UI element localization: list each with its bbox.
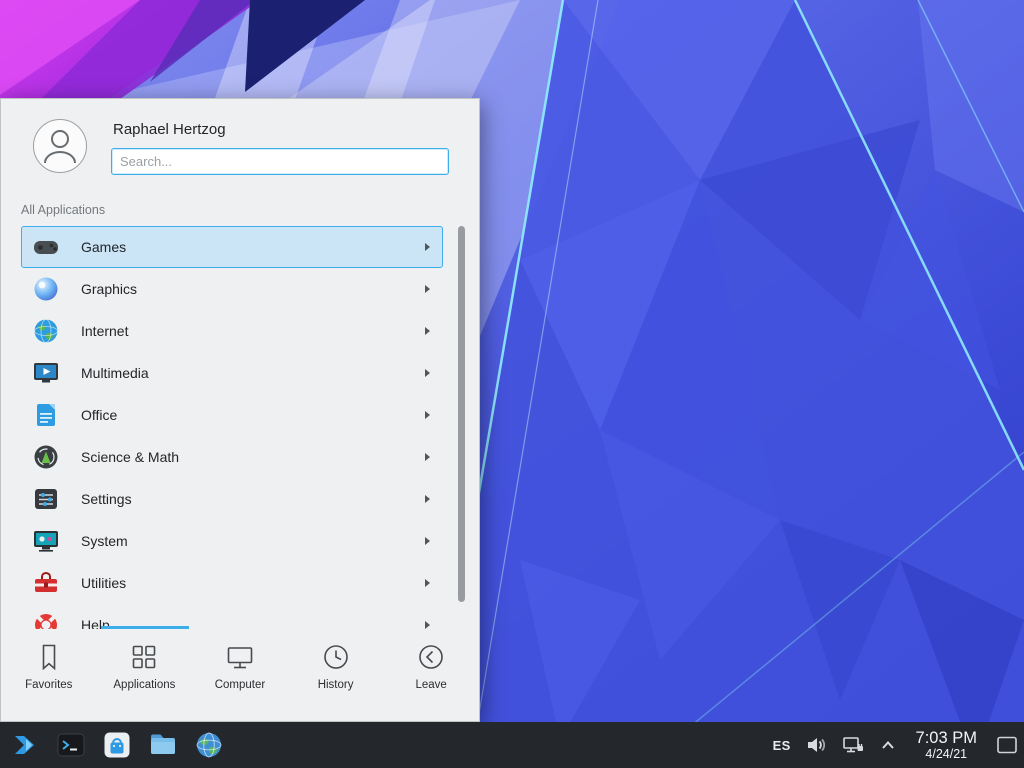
system-tray: ES	[773, 728, 1019, 762]
system-icon	[32, 527, 60, 555]
launcher-tabbar: Favorites Applications	[1, 629, 479, 721]
submenu-arrow-icon	[425, 369, 430, 377]
app-category-office[interactable]: Office	[21, 394, 443, 436]
konsole-icon[interactable]	[55, 730, 86, 761]
science-icon	[32, 443, 60, 471]
app-category-science-math[interactable]: Science & Math	[21, 436, 443, 478]
tab-label: Favorites	[25, 679, 72, 691]
app-category-graphics[interactable]: Graphics	[21, 268, 443, 310]
section-label: All Applications	[21, 203, 479, 217]
digital-clock[interactable]: 7:03 PM 4/24/21	[916, 729, 977, 761]
web-browser-icon[interactable]	[193, 730, 224, 761]
favorites-bookmark-icon	[34, 642, 64, 672]
app-category-internet[interactable]: Internet	[21, 310, 443, 352]
launcher-header-right: Raphael Hertzog	[111, 119, 447, 175]
submenu-arrow-icon	[425, 621, 430, 629]
app-category-system[interactable]: System	[21, 520, 443, 562]
office-icon	[32, 401, 60, 429]
app-category-settings[interactable]: Settings	[21, 478, 443, 520]
app-category-label: Office	[81, 407, 425, 423]
tab-leave[interactable]: Leave	[383, 629, 479, 721]
utilities-icon	[32, 569, 60, 597]
clock-time: 7:03 PM	[916, 729, 977, 747]
list-scrollbar[interactable]	[458, 226, 465, 602]
user-name: Raphael Hertzog	[113, 121, 447, 138]
app-category-label: Graphics	[81, 281, 425, 297]
tab-history[interactable]: History	[288, 629, 384, 721]
show-desktop-icon[interactable]	[995, 728, 1019, 762]
app-category-label: Science & Math	[81, 449, 425, 465]
search-input[interactable]	[111, 148, 449, 175]
multimedia-icon	[32, 359, 60, 387]
user-avatar	[33, 119, 87, 173]
launcher-header: Raphael Hertzog	[1, 99, 479, 175]
settings-icon	[32, 485, 60, 513]
discover-icon[interactable]	[101, 730, 132, 761]
submenu-arrow-icon	[425, 243, 430, 251]
app-category-games[interactable]: Games	[21, 226, 443, 268]
tab-favorites[interactable]: Favorites	[1, 629, 97, 721]
submenu-arrow-icon	[425, 537, 430, 545]
tab-label: Leave	[416, 679, 447, 691]
application-launcher-menu: Raphael Hertzog All Applications Games	[0, 98, 480, 722]
leave-icon	[416, 642, 446, 672]
games-icon	[32, 233, 60, 261]
panel-pinned-apps	[9, 730, 224, 761]
app-category-label: Internet	[81, 323, 425, 339]
applications-grid-icon	[129, 642, 159, 672]
computer-monitor-icon	[225, 642, 255, 672]
launcher-icon[interactable]	[9, 730, 40, 761]
dolphin-folder-icon[interactable]	[147, 730, 178, 761]
app-category-multimedia[interactable]: Multimedia	[21, 352, 443, 394]
clock-date: 4/24/21	[916, 747, 977, 761]
app-category-label: System	[81, 533, 425, 549]
app-category-label: Games	[81, 239, 425, 255]
history-clock-icon	[321, 642, 351, 672]
submenu-arrow-icon	[425, 327, 430, 335]
tab-computer[interactable]: Computer	[192, 629, 288, 721]
tab-label: Applications	[113, 679, 175, 691]
active-tab-indicator	[101, 626, 189, 629]
volume-icon[interactable]	[804, 733, 828, 757]
submenu-arrow-icon	[425, 411, 430, 419]
tab-label: History	[318, 679, 354, 691]
app-category-label: Utilities	[81, 575, 425, 591]
app-category-utilities[interactable]: Utilities	[21, 562, 443, 604]
expand-tray-arrow-icon[interactable]	[878, 735, 898, 755]
taskbar-panel: ES	[0, 722, 1024, 768]
graphics-icon	[32, 275, 60, 303]
submenu-arrow-icon	[425, 579, 430, 587]
submenu-arrow-icon	[425, 495, 430, 503]
app-category-label: Multimedia	[81, 365, 425, 381]
submenu-arrow-icon	[425, 285, 430, 293]
network-icon[interactable]	[841, 733, 865, 757]
submenu-arrow-icon	[425, 453, 430, 461]
app-category-label: Settings	[81, 491, 425, 507]
desktop: Raphael Hertzog All Applications Games	[0, 0, 1024, 768]
internet-icon	[32, 317, 60, 345]
keyboard-layout-indicator[interactable]: ES	[773, 738, 791, 753]
tab-applications[interactable]: Applications	[97, 629, 193, 721]
tab-label: Computer	[215, 679, 266, 691]
